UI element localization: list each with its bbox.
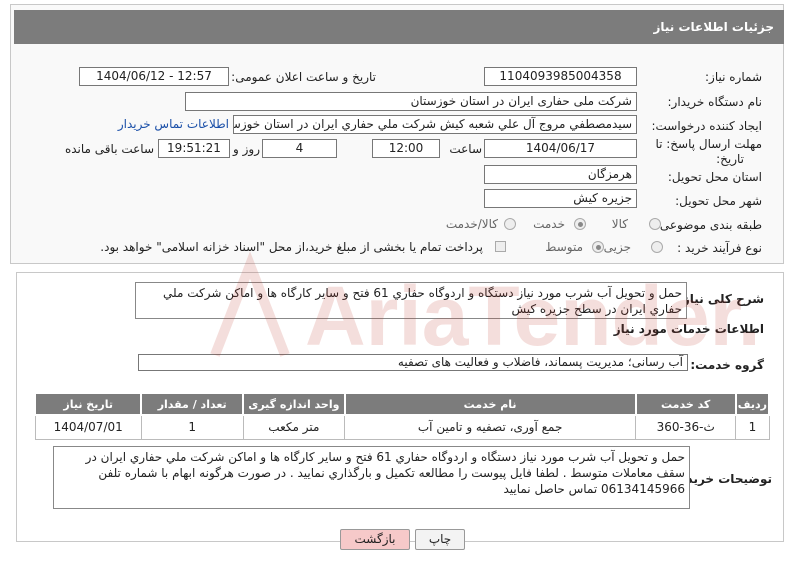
remaining-days-field: 4 — [262, 139, 337, 158]
requester-label: ایجاد کننده درخواست: — [651, 119, 762, 133]
category-radio-goods[interactable] — [649, 218, 661, 230]
services-table: ردیف کد خدمت نام خدمت واحد اندازه گیری ت… — [33, 392, 771, 440]
deadline-date-field: 1404/06/17 — [484, 139, 637, 158]
category-option-goods: کالا — [611, 217, 628, 231]
process-option-medium: متوسط — [545, 240, 583, 254]
service-group-label: گروه خدمت: — [690, 358, 764, 372]
deadline-label: مهلت ارسال پاسخ: تا — [655, 137, 762, 151]
buyer-org-label: نام دستگاه خریدار: — [667, 95, 763, 109]
service-group-field: آب رسانی؛ مدیریت پسماند، فاضلاب و فعالیت… — [138, 354, 688, 371]
cell-name: جمع آوری، تصفیه و تامین آب — [344, 414, 637, 440]
table-row: 1 ث-36-360 جمع آوری، تصفیه و تامین آب مت… — [34, 414, 770, 440]
cell-unit: متر مکعب — [242, 414, 346, 440]
province-field: هرمزگان — [484, 165, 637, 184]
process-radio-minor[interactable] — [651, 241, 663, 253]
services-title: اطلاعات خدمات مورد نیاز — [613, 322, 764, 336]
col-row: ردیف — [734, 392, 771, 416]
province-label: استان محل تحویل: — [667, 170, 762, 184]
cell-date: 1404/07/01 — [34, 414, 142, 440]
announce-datetime-label: تاریخ و ساعت اعلان عمومی: — [231, 70, 376, 84]
deadline-time-label: ساعت — [449, 142, 482, 156]
requester-field: سیدمصطفي مروج آل علي شعبه كيش شركت ملي ح… — [233, 115, 637, 134]
city-field: جزیره کیش — [484, 189, 637, 208]
remaining-time-label: ساعت باقی مانده — [64, 142, 154, 156]
announce-datetime-field: 1404/06/12 - 12:57 — [79, 67, 229, 86]
remaining-days-label: روز و — [233, 142, 260, 156]
treasury-note: پرداخت تمام یا بخشی از مبلغ خرید،از محل … — [100, 240, 483, 254]
cell-row: 1 — [735, 414, 770, 440]
deadline-date-label: تاریخ: — [716, 152, 744, 166]
process-option-minor: جزیی — [603, 240, 631, 254]
col-date: تاریخ نیاز — [33, 392, 143, 416]
need-number-field: 1104093985004358 — [484, 67, 637, 86]
process-radio-medium[interactable] — [592, 241, 604, 253]
cell-qty: 1 — [140, 414, 244, 440]
summary-text: حمل و تحويل آب شرب مورد نياز دستگاه و ار… — [135, 282, 687, 319]
category-radio-service[interactable] — [574, 218, 586, 230]
deadline-time-field: 12:00 — [372, 139, 440, 158]
buyer-notes-text: حمل و تحويل آب شرب مورد نياز دستگاه و ار… — [53, 446, 690, 509]
remaining-time-field: 19:51:21 — [158, 139, 230, 158]
panel-header: جزئیات اطلاعات نیاز — [14, 10, 784, 44]
summary-label: شرح کلی نیاز: — [678, 292, 764, 306]
col-name: نام خدمت — [343, 392, 637, 416]
back-button[interactable]: بازگشت — [340, 529, 410, 550]
cell-code: ث-36-360 — [635, 414, 737, 440]
col-unit: واحد اندازه گیری — [242, 392, 346, 416]
category-radio-goods-service[interactable] — [504, 218, 516, 230]
process-label: نوع فرآیند خرید : — [677, 241, 762, 255]
buyer-org-field: شرکت ملی حفاری ایران در استان خوزستان — [185, 92, 637, 111]
treasury-checkbox[interactable] — [495, 241, 506, 252]
col-code: کد خدمت — [634, 392, 737, 416]
category-option-goods-service: کالا/خدمت — [445, 217, 498, 231]
col-qty: تعداد / مقدار — [140, 392, 245, 416]
city-label: شهر محل تحویل: — [675, 194, 762, 208]
services-table-header: ردیف کد خدمت نام خدمت واحد اندازه گیری ت… — [33, 392, 771, 416]
category-option-service: خدمت — [533, 217, 565, 231]
need-number-label: شماره نیاز: — [705, 70, 762, 84]
buyer-contact-link[interactable]: اطلاعات تماس خریدار — [118, 117, 229, 131]
print-button[interactable]: چاپ — [415, 529, 465, 550]
category-label: طبقه بندی موضوعی: — [655, 218, 762, 232]
